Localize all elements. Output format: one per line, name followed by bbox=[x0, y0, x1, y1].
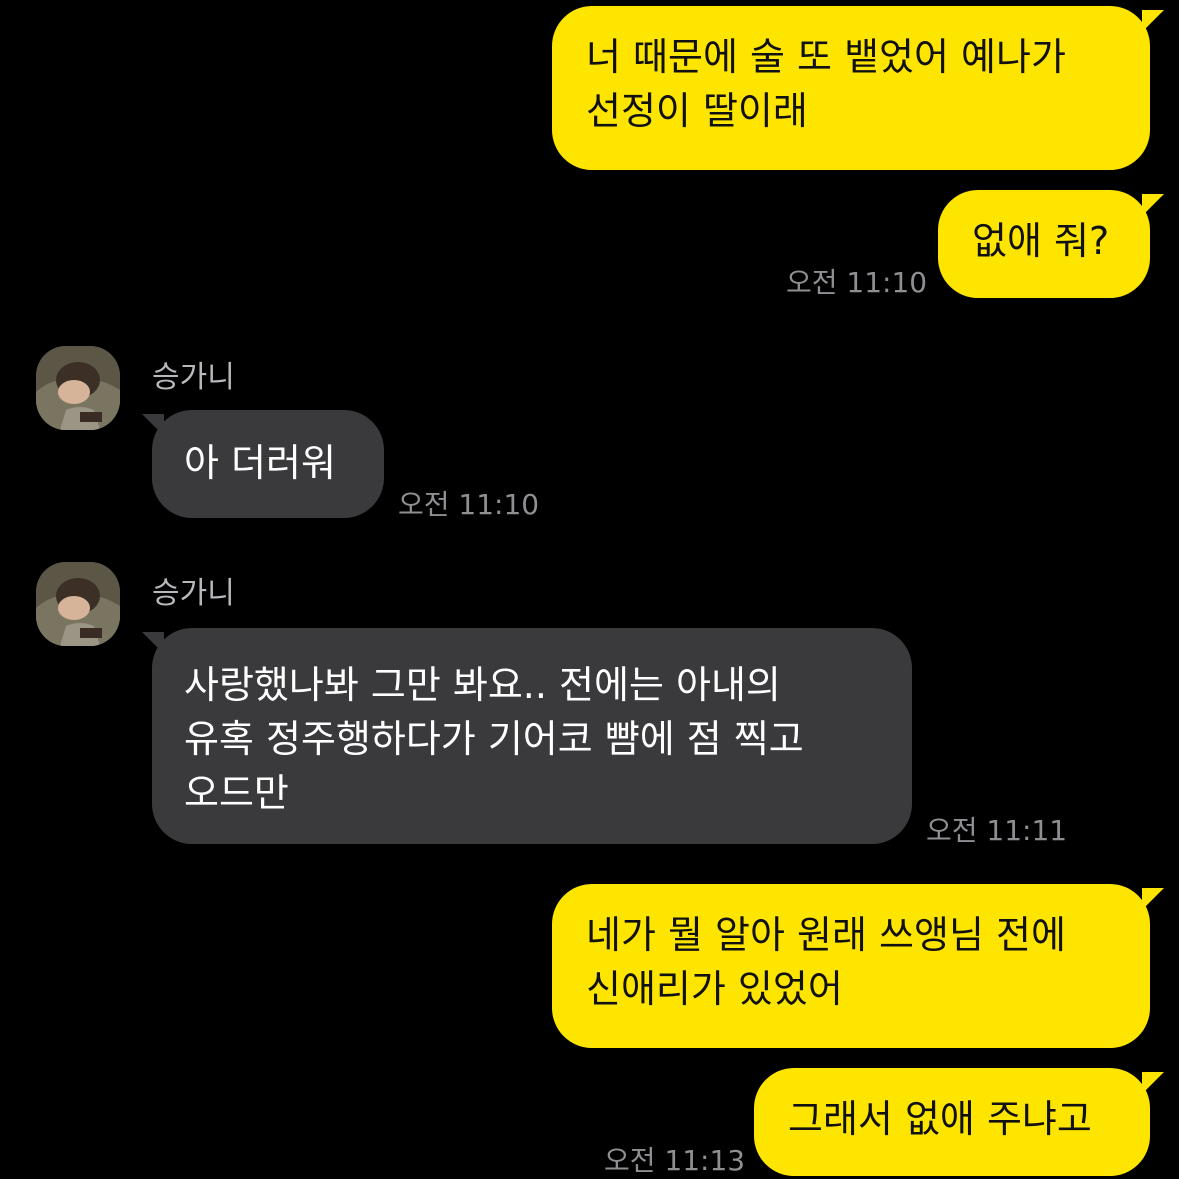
profile-photo-avatar-icon bbox=[36, 346, 120, 430]
profile-photo-avatar-icon bbox=[36, 562, 120, 646]
message-timestamp: 오전 11:10 bbox=[786, 266, 928, 299]
sender-name: 승가니 bbox=[152, 360, 235, 395]
message-timestamp: 오전 11:13 bbox=[604, 1144, 746, 1177]
bubble-tail bbox=[1142, 1072, 1164, 1094]
message-text: 그래서 없애 주냐고 bbox=[754, 1068, 1150, 1176]
sender-name: 승가니 bbox=[152, 576, 235, 611]
message-timestamp: 오전 11:10 bbox=[398, 488, 540, 521]
message-text: 아 더러워 bbox=[152, 410, 384, 518]
message-timestamp: 오전 11:11 bbox=[926, 814, 1068, 847]
message-text: 너 때문에 술 또 뱉었어 예나가 선정이 딸이래 bbox=[552, 6, 1150, 170]
bubble-tail bbox=[1142, 888, 1164, 910]
message-text: 네가 뭘 알아 원래 쓰앵님 전에 신애리가 있었어 bbox=[552, 884, 1150, 1048]
bubble-tail bbox=[1142, 10, 1164, 32]
contact-avatar[interactable] bbox=[36, 346, 120, 430]
bubble-tail bbox=[142, 632, 164, 654]
message-text: 사랑했나봐 그만 봐요.. 전에는 아내의 유혹 정주행하다가 기어코 뺨에 점… bbox=[152, 628, 912, 844]
message-text: 없애 줘? bbox=[938, 190, 1150, 298]
bubble-tail bbox=[1142, 194, 1164, 216]
contact-avatar[interactable] bbox=[36, 562, 120, 646]
bubble-tail bbox=[142, 414, 164, 436]
